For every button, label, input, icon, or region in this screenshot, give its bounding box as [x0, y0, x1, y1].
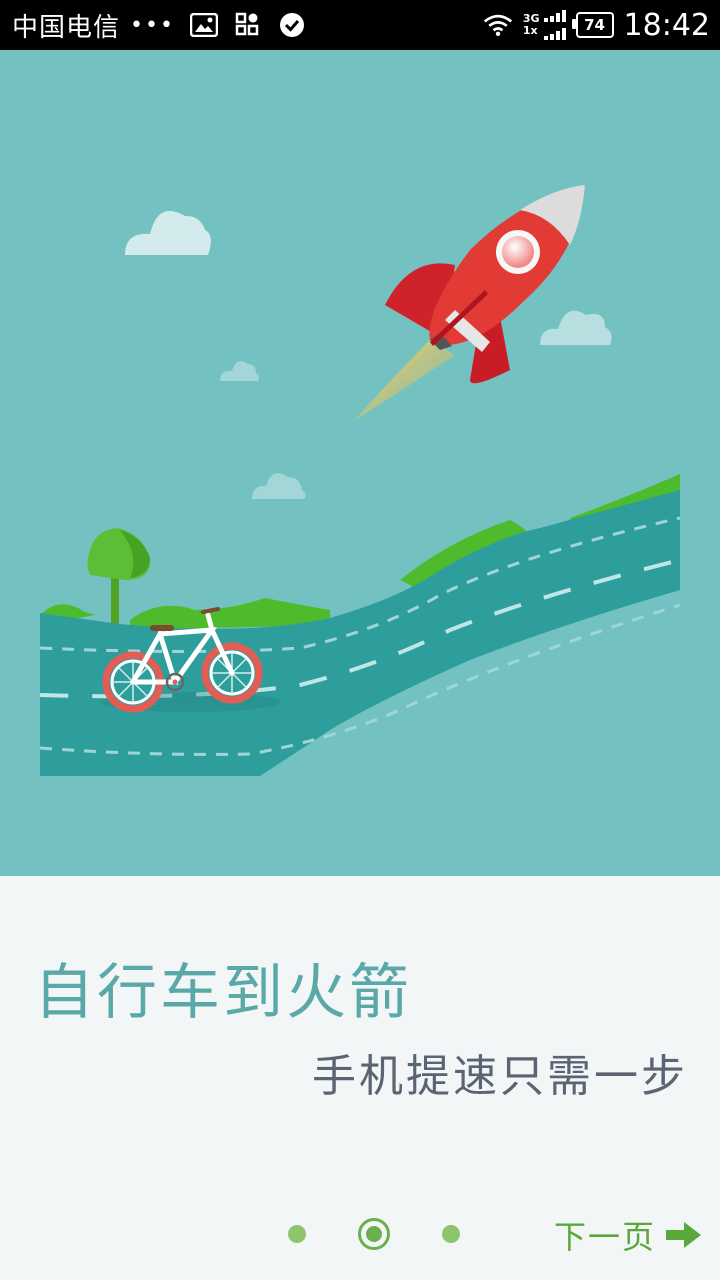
image-icon [189, 10, 219, 40]
carrier-name: 中国电信 [12, 12, 121, 43]
battery-icon: 74 [571, 12, 614, 38]
tree-icon [87, 528, 151, 626]
hero-illustration [0, 50, 720, 876]
rocket-icon [355, 185, 585, 420]
battery-level: 74 [584, 16, 605, 34]
cloud-icon [540, 310, 612, 345]
onboarding-panel: 自行车到火箭 手机提速只需一步 下一页 [0, 876, 720, 1280]
cloud-icon [125, 210, 211, 255]
signal-icon: 3G 1x [523, 10, 566, 40]
clock: 18:42 [623, 7, 710, 43]
more-notifications-indicator: ••• [130, 12, 175, 38]
onboarding-subtitle: 手机提速只需一步 [312, 1051, 688, 1102]
illustration-canvas [39, 185, 681, 776]
wifi-icon [483, 10, 513, 40]
page-dot[interactable] [288, 1225, 306, 1243]
apps-icon [233, 10, 263, 40]
page-indicator [288, 1218, 460, 1250]
cloud-icon [252, 473, 306, 499]
onboarding-title: 自行车到火箭 [34, 958, 412, 1028]
next-page-label: 下一页 [553, 1218, 656, 1256]
cloud-icon [220, 361, 260, 381]
road [39, 490, 681, 776]
page-dot[interactable] [442, 1225, 460, 1243]
check-circle-icon [277, 10, 307, 40]
network-type-bottom: 1x [522, 24, 538, 37]
arrow-right-icon [666, 1222, 701, 1248]
next-page-button[interactable]: 下一页 [554, 1212, 702, 1258]
status-bar: 中国电信 ••• 3G 1x 74 18:42 [0, 0, 720, 50]
page-dot-active[interactable] [358, 1218, 390, 1250]
